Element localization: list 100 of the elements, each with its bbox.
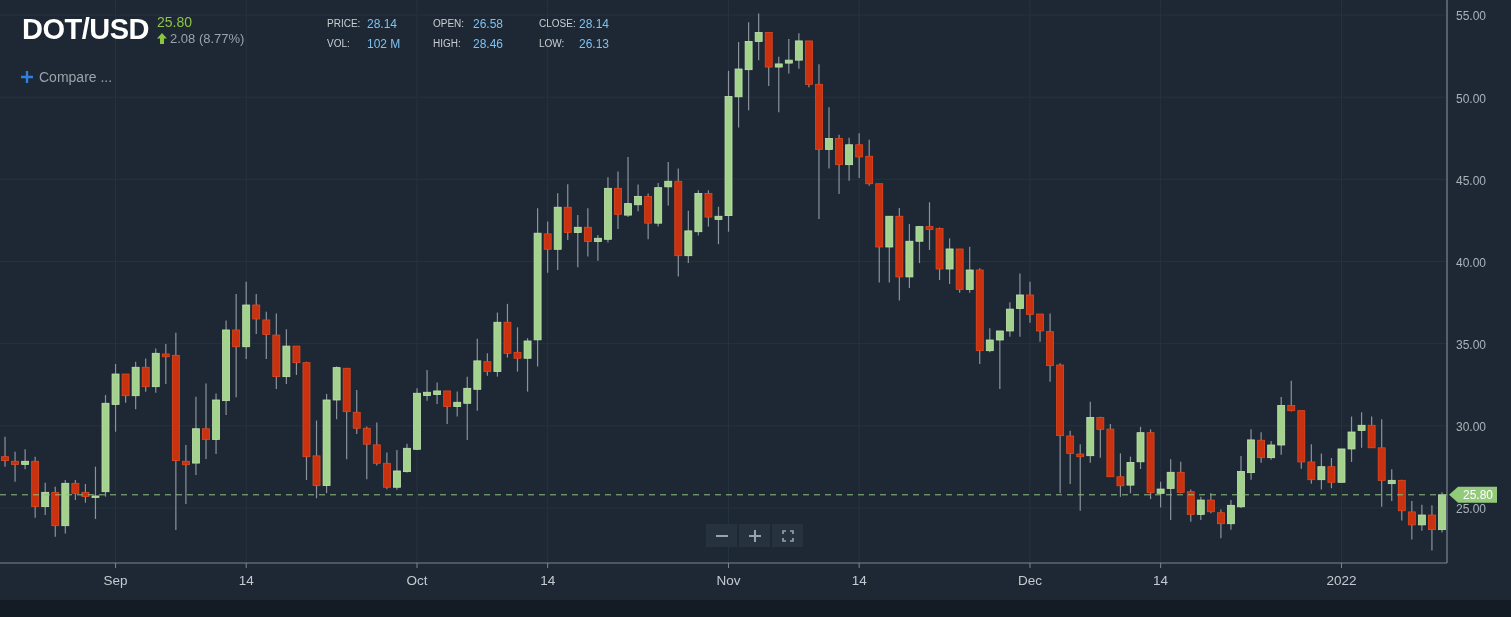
candlestick [925, 201, 934, 251]
candlestick [1126, 456, 1135, 494]
candlestick [1186, 488, 1195, 523]
candlestick [1327, 457, 1336, 489]
candlestick [644, 192, 653, 240]
candlestick [151, 347, 160, 394]
candlestick [1347, 415, 1356, 463]
compare-label: Compare ... [39, 69, 113, 85]
candlestick [1317, 452, 1326, 491]
candlestick [955, 248, 964, 294]
candlestick [604, 176, 612, 244]
candlestick [1036, 313, 1044, 343]
candlestick [1026, 281, 1034, 324]
candlestick [1016, 272, 1024, 338]
candlestick [1237, 455, 1245, 509]
candlestick [413, 387, 421, 451]
stat-value: 28.14 [367, 17, 399, 31]
candlestick [935, 226, 944, 281]
candlestick [624, 156, 632, 218]
price-change: 2.08 (8.77%) [170, 31, 245, 46]
candlestick [855, 132, 864, 179]
candlestick [1116, 452, 1125, 498]
candlestick [11, 451, 19, 483]
candlestick [634, 183, 642, 212]
zoom-out-button[interactable] [706, 524, 737, 547]
compare-link[interactable]: Compare ... [21, 69, 113, 85]
stat-value: 28.46 [473, 37, 505, 51]
date-axis-label: 14 [540, 573, 556, 588]
candlestick [1438, 491, 1446, 534]
candlestick [1006, 301, 1014, 338]
date-axis-label: Nov [716, 573, 741, 588]
stat-value: 102 M [367, 37, 402, 51]
price-axis-label: 35.00 [1456, 338, 1487, 353]
candlestick [1227, 499, 1235, 531]
candlestick [945, 237, 954, 285]
price-tag: 25.80 [1449, 486, 1497, 503]
plus-icon [21, 71, 33, 83]
candlestick [845, 137, 853, 182]
candlestick [1357, 411, 1366, 449]
candlestick [1076, 443, 1085, 512]
date-axis-label: 14 [1153, 573, 1169, 588]
symbol-title: DOT/USD [22, 12, 149, 46]
candlestick [443, 390, 452, 425]
candlestick [1247, 428, 1255, 481]
stat-value: 26.58 [473, 17, 505, 31]
candlestick [583, 207, 592, 258]
date-axis-label: 2022 [1326, 573, 1357, 588]
candlestick [21, 448, 29, 470]
candlestick [382, 451, 391, 490]
fullscreen-button[interactable] [772, 524, 803, 547]
candlestick [1307, 443, 1316, 485]
price-axis-label: 45.00 [1456, 173, 1487, 188]
candlestick [1106, 423, 1115, 478]
candlestick [503, 303, 512, 359]
candlestick [704, 189, 713, 228]
candlestick [794, 32, 803, 70]
candlestick [694, 189, 703, 237]
stat-label: PRICE: [327, 17, 362, 31]
candlestick [1418, 504, 1426, 532]
candlestick [433, 381, 441, 405]
stat-value: 26.13 [579, 37, 611, 51]
candlestick [1206, 492, 1215, 514]
plus-icon [748, 529, 761, 542]
candlestick [141, 357, 150, 393]
stat-label: HIGH: [433, 37, 462, 51]
price-axis-label: 55.00 [1456, 9, 1487, 24]
candlestick [1407, 500, 1416, 541]
candlestick [513, 326, 522, 373]
date-axis-label: 14 [851, 573, 867, 588]
candlestick [563, 183, 572, 241]
fullscreen-icon [781, 529, 794, 542]
stat-label: CLOSE: [539, 17, 577, 31]
stat-value: 28.14 [579, 17, 611, 31]
ref-line-label: 25.80 [1462, 487, 1494, 502]
candlestick [614, 170, 622, 230]
candlestick [805, 40, 813, 88]
zoom-in-button[interactable] [739, 524, 770, 547]
stat-label: LOW: [539, 37, 566, 51]
candlestick [764, 31, 773, 87]
price-axis-label: 30.00 [1456, 420, 1487, 435]
price-axis-label: 50.00 [1456, 91, 1487, 106]
candlestick [594, 234, 602, 262]
candlestick [1, 436, 9, 468]
price-axis-label: 25.00 [1456, 502, 1487, 517]
date-axis-label: Oct [406, 573, 428, 588]
candlestick [393, 449, 401, 491]
candlestick [1046, 312, 1054, 383]
candlestick [654, 182, 663, 228]
up-arrow-icon [157, 33, 167, 44]
date-axis-label: 14 [238, 573, 254, 588]
candlestick [362, 426, 371, 480]
candlestick [372, 421, 381, 467]
candlestick [835, 134, 843, 195]
candlestick [573, 214, 582, 268]
candlestick [825, 106, 833, 170]
candlestick [1428, 504, 1436, 552]
candlestick [182, 444, 190, 505]
candlestick [1257, 431, 1265, 464]
date-axis-label: Sep [103, 573, 128, 588]
stat-label: OPEN: [433, 17, 466, 31]
